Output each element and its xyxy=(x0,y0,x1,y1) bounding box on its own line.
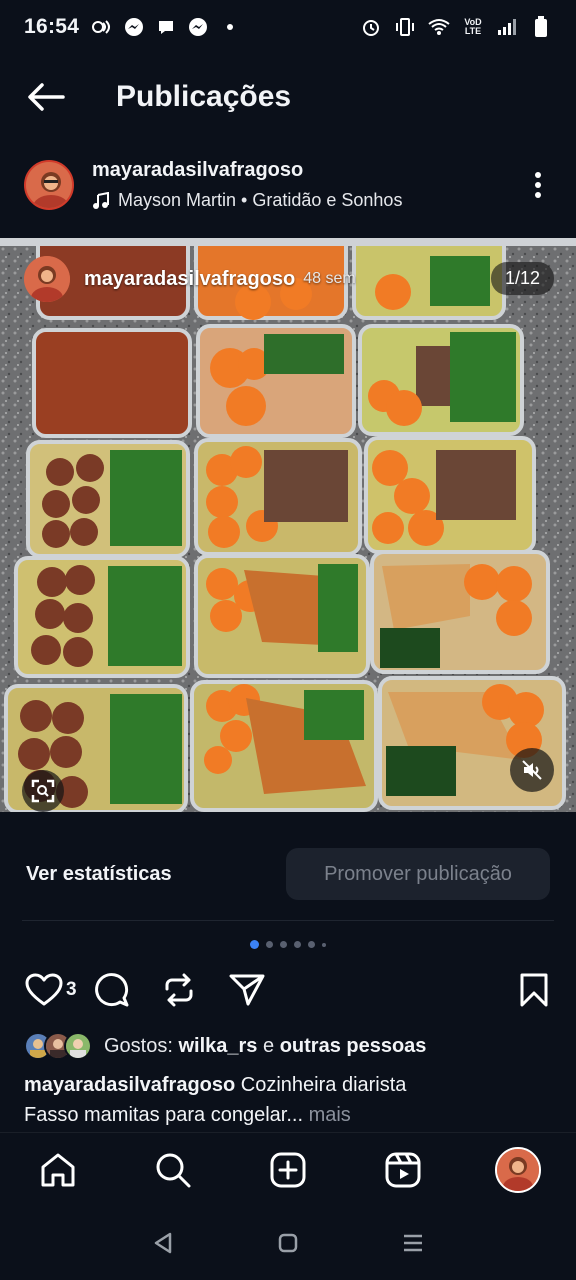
recents-icon xyxy=(404,1234,423,1252)
avatar[interactable] xyxy=(24,160,74,210)
like-count[interactable]: 3 xyxy=(66,979,77,1001)
system-nav xyxy=(0,1206,576,1280)
nav-reels-button[interactable] xyxy=(375,1142,431,1198)
home-icon xyxy=(41,1153,75,1186)
signal-icon xyxy=(496,16,518,38)
liker-avatar xyxy=(64,1032,92,1060)
promote-button[interactable]: Promover publicação xyxy=(286,848,550,900)
post-header: mayaradasilvafragoso Mayson Martin • Gra… xyxy=(0,150,576,220)
stats-row: Ver estatísticas Promover publicação xyxy=(0,846,576,902)
heart-icon xyxy=(25,973,63,1006)
nav-profile-button[interactable] xyxy=(490,1142,546,1198)
volte-icon: VoD LTE xyxy=(464,17,482,36)
view-insights-link[interactable]: Ver estatísticas xyxy=(26,863,172,886)
system-home-button[interactable] xyxy=(260,1215,316,1271)
post-username[interactable]: mayaradasilvafragoso xyxy=(92,159,402,182)
caption-line1: Cozinheira diarista xyxy=(240,1074,407,1096)
back-button[interactable] xyxy=(22,73,70,121)
system-status-icons: VoD LTE xyxy=(360,16,552,38)
music-note-icon xyxy=(93,191,109,209)
nav-home-button[interactable] xyxy=(30,1142,86,1198)
alarm-icon xyxy=(360,16,382,38)
divider xyxy=(22,920,554,921)
wifi-icon xyxy=(428,16,450,38)
reels-icon xyxy=(385,1152,421,1187)
more-vertical-icon xyxy=(535,172,541,198)
repost-button[interactable] xyxy=(159,970,199,1010)
caption-ellipsis: ... xyxy=(286,1104,304,1126)
carousel-counter: 1/12 xyxy=(490,262,554,295)
mute-icon xyxy=(522,760,542,780)
send-icon xyxy=(229,974,265,1006)
carousel-dot xyxy=(308,941,315,948)
repost-icon xyxy=(165,973,193,1007)
save-button[interactable] xyxy=(514,970,554,1010)
top-bar: Publicações xyxy=(0,62,576,132)
post-music-label: Mayson Martin • Gratidão e Sonhos xyxy=(118,190,403,210)
vibrate-icon xyxy=(394,16,416,38)
caption-username[interactable]: mayaradasilvafragoso xyxy=(24,1074,235,1096)
caption: mayaradasilvafragoso Cozinheira diarista… xyxy=(24,1070,554,1130)
share-button[interactable] xyxy=(227,970,267,1010)
overlay-avatar xyxy=(24,256,70,302)
nav-search-button[interactable] xyxy=(145,1142,201,1198)
caption-line2: Fasso mamitas para congelar xyxy=(24,1104,287,1126)
bottom-nav xyxy=(0,1132,576,1206)
page-title: Publicações xyxy=(116,80,292,113)
create-icon xyxy=(270,1152,306,1187)
mute-button[interactable] xyxy=(510,748,554,792)
chat-bubble-icon xyxy=(155,16,177,38)
system-back-button[interactable] xyxy=(135,1215,191,1271)
comment-button[interactable] xyxy=(91,970,131,1010)
carousel-dot-active xyxy=(250,940,259,949)
meal-prep-photo xyxy=(0,246,576,812)
bookmark-icon xyxy=(520,973,548,1007)
back-arrow-icon xyxy=(28,83,65,111)
carousel-dot xyxy=(294,941,301,948)
caption-more-link[interactable]: mais xyxy=(309,1104,351,1126)
dot-icon xyxy=(219,16,241,38)
like-button[interactable] xyxy=(24,970,64,1010)
carousel-dot xyxy=(266,941,273,948)
back-icon xyxy=(154,1232,171,1254)
post-meta: mayaradasilvafragoso Mayson Martin • Gra… xyxy=(92,159,402,211)
battery-icon xyxy=(530,16,552,38)
comment-icon xyxy=(94,973,129,1007)
overlay-user: mayaradasilvafragoso 48 sem xyxy=(24,256,356,302)
liker-username[interactable]: wilka_rs xyxy=(178,1035,257,1057)
more-options-button[interactable] xyxy=(524,165,552,205)
likes-others[interactable]: outras pessoas xyxy=(280,1035,427,1057)
post-actions: 3 xyxy=(0,966,576,1014)
voicemail-icon xyxy=(91,16,113,38)
post-music[interactable]: Mayson Martin • Gratidão e Sonhos xyxy=(92,190,402,211)
system-recents-button[interactable] xyxy=(385,1215,441,1271)
messenger-icon xyxy=(123,16,145,38)
overlay-time: 48 sem xyxy=(303,270,356,287)
carousel-dot xyxy=(322,942,326,947)
visual-search-button[interactable] xyxy=(22,770,64,812)
search-icon xyxy=(156,1153,191,1187)
notification-icons xyxy=(91,16,241,38)
image-top-edge xyxy=(0,238,576,246)
overlay-username: mayaradasilvafragoso xyxy=(84,267,296,290)
post-image[interactable]: mayaradasilvafragoso 48 sem 1/12 xyxy=(0,238,576,812)
scan-icon xyxy=(31,779,55,803)
carousel-dot xyxy=(280,941,287,948)
nav-create-button[interactable] xyxy=(260,1142,316,1198)
status-time: 16:54 xyxy=(24,15,80,38)
carousel-indicator xyxy=(0,940,576,949)
status-bar: 16:54 VoD LTE xyxy=(0,0,576,54)
home-icon xyxy=(278,1233,298,1253)
likes-summary[interactable]: Gostos: wilka_rs e outras pessoas xyxy=(24,1030,426,1062)
profile-avatar xyxy=(495,1146,542,1193)
likes-text: Gostos: wilka_rs e outras pessoas xyxy=(104,1034,427,1057)
messenger-icon xyxy=(187,16,209,38)
